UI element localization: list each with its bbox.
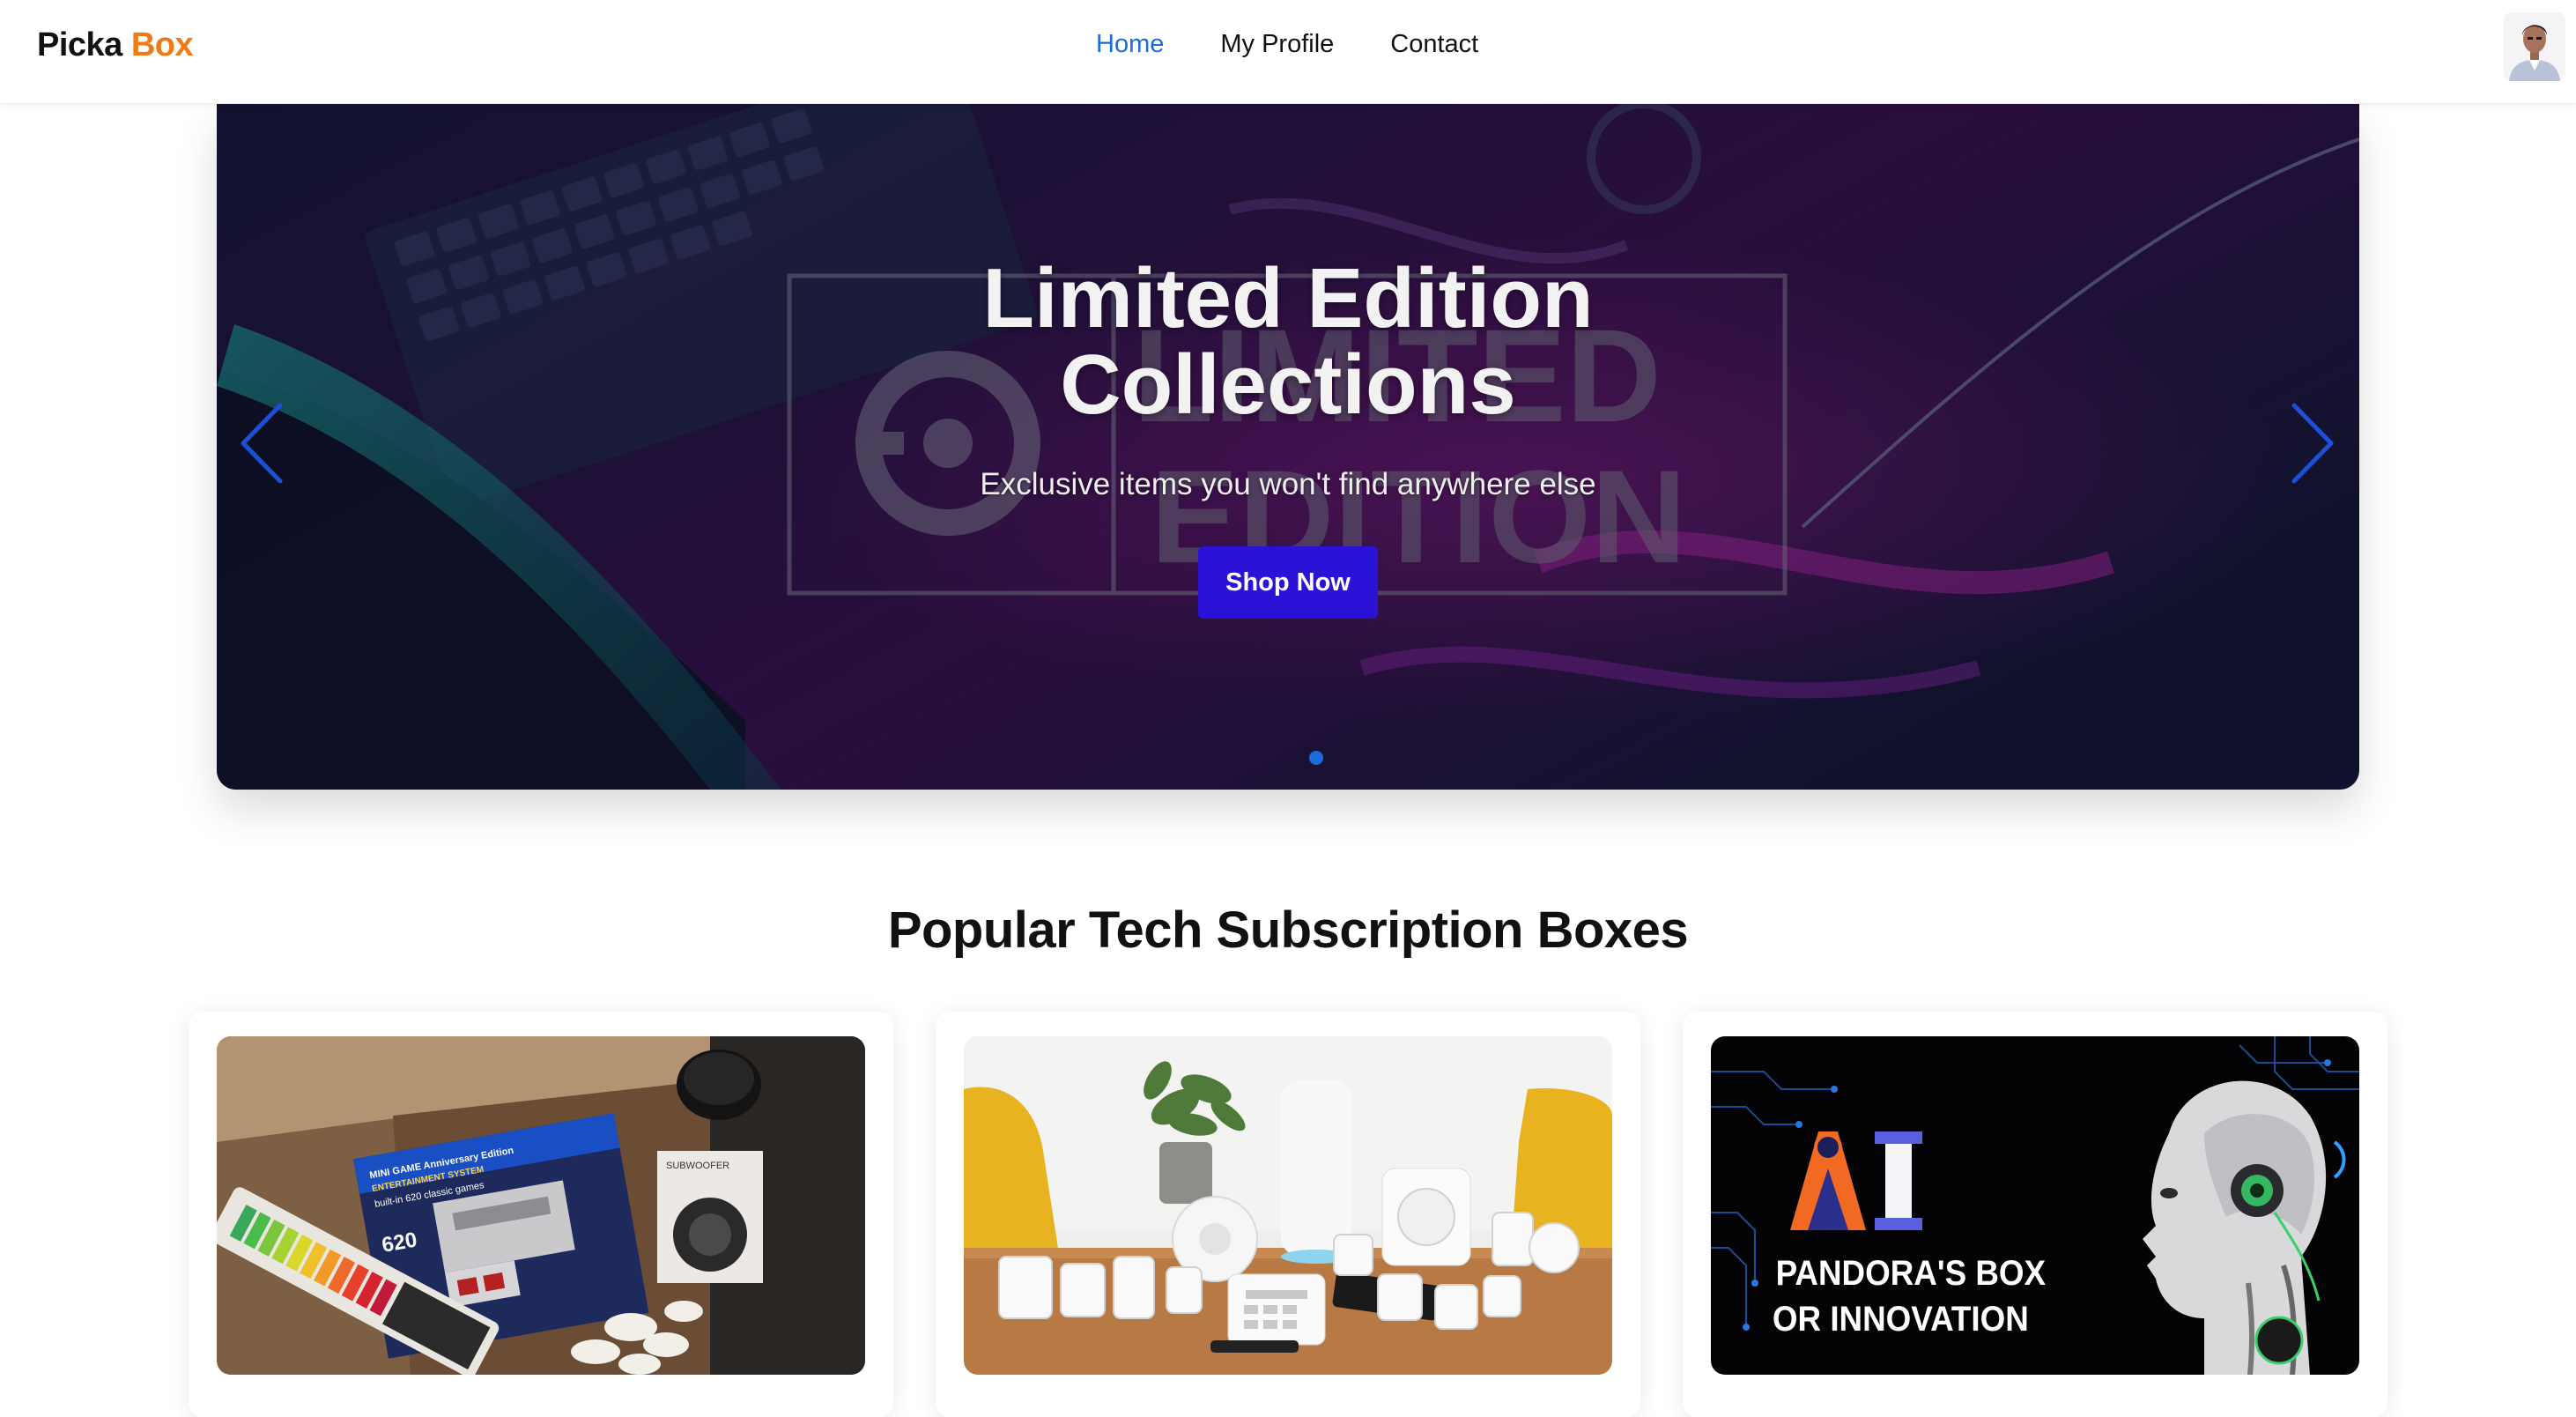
- hero-title: Limited Edition Collections: [217, 256, 2359, 428]
- hero-title-line2: Collections: [1060, 338, 1516, 432]
- hero-carousel: LIMITED EDITION Limited Edition Collecti…: [217, 104, 2359, 790]
- top-navbar: Picka Box Home My Profile Contact: [0, 0, 2576, 104]
- subscription-card-ai-box[interactable]: AI PANDORA'S BOX OR INNOVATION: [1683, 1012, 2387, 1417]
- chevron-right-icon: [2291, 403, 2334, 484]
- subscription-card-gadget-box[interactable]: MINI GAME Anniversary Edition ENTERTAINM…: [189, 1012, 893, 1417]
- carousel-next-button[interactable]: [2278, 395, 2340, 492]
- hero-title-line1: Limited Edition: [982, 251, 1594, 345]
- hero-subtitle: Exclusive items you won't find anywhere …: [980, 467, 1596, 501]
- ai-card-line2: OR INNOVATION: [1773, 1300, 2029, 1339]
- nav-link-my-profile[interactable]: My Profile: [1220, 30, 1334, 59]
- avatar-portrait-icon: [2504, 12, 2565, 81]
- section-title: Popular Tech Subscription Boxes: [887, 901, 1689, 959]
- main-nav: Home My Profile Contact: [1096, 30, 1478, 59]
- ai-card-line1: PANDORA'S BOX: [1776, 1254, 2047, 1294]
- subwoofer-label: SUBWOOFER: [666, 1161, 729, 1171]
- card-image-smart-home: [964, 1036, 1612, 1375]
- card-image-gadget-box: MINI GAME Anniversary Edition ENTERTAINM…: [217, 1036, 865, 1375]
- carousel-prev-button[interactable]: [234, 395, 296, 492]
- nav-link-contact[interactable]: Contact: [1390, 30, 1478, 59]
- brand-accent: Box: [130, 26, 194, 63]
- brand-primary: Picka: [37, 26, 122, 63]
- user-avatar[interactable]: [2504, 12, 2565, 81]
- shop-now-button[interactable]: Shop Now: [1198, 546, 1378, 619]
- brand-logo[interactable]: Picka Box: [37, 26, 194, 64]
- hero-content: Limited Edition Collections Exclusive it…: [217, 104, 2359, 790]
- subscription-card-smart-home[interactable]: [936, 1012, 1640, 1417]
- chevron-left-icon: [241, 403, 283, 484]
- card-image-ai-box: AI PANDORA'S BOX OR INNOVATION: [1711, 1036, 2359, 1375]
- carousel-dot-active[interactable]: [1309, 751, 1323, 765]
- nav-link-home[interactable]: Home: [1096, 30, 1164, 59]
